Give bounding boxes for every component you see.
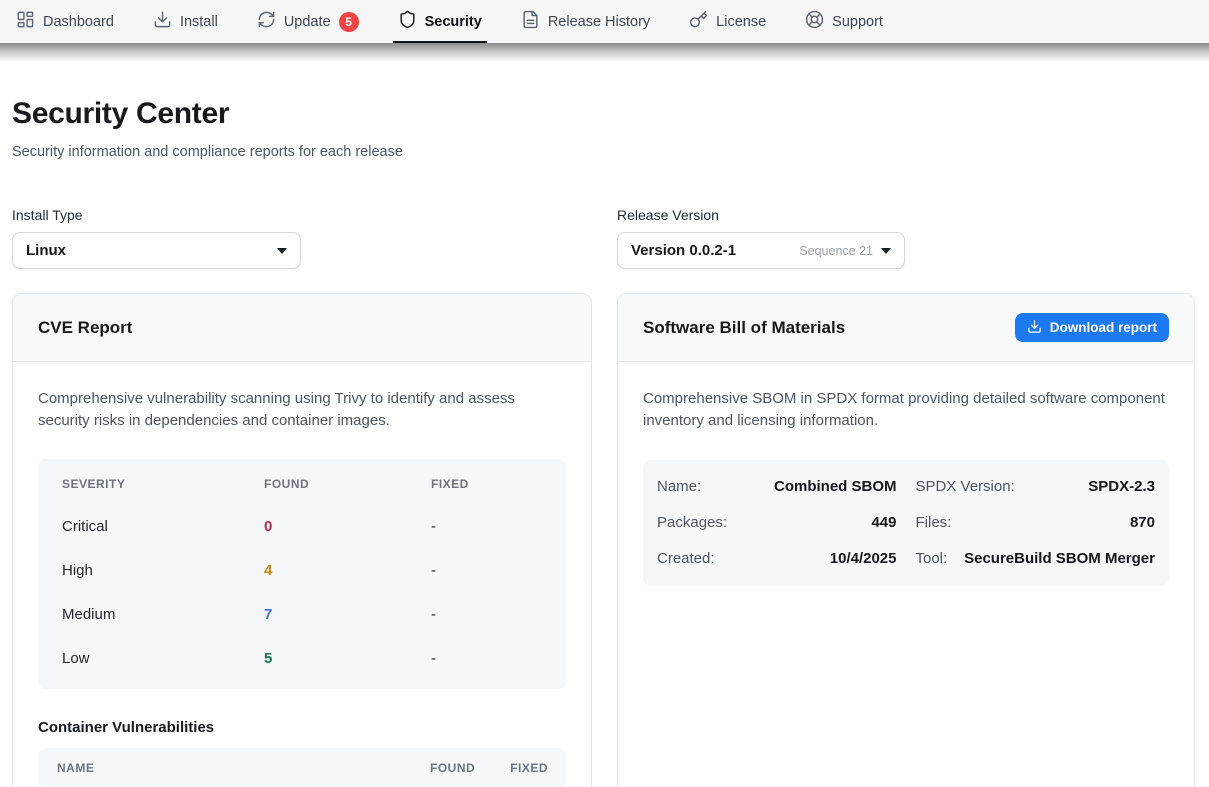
- info-label: Files:: [916, 514, 952, 531]
- container-vulnerabilities-header: Name Found Fixed: [38, 748, 566, 787]
- download-icon: [1027, 319, 1042, 337]
- download-report-button[interactable]: Download report: [1015, 313, 1169, 342]
- sbom-info-tool: Tool: SecureBuild SBOM Merger: [916, 541, 1156, 577]
- nav-label: License: [716, 14, 766, 30]
- nav-scroll-shadow: [0, 43, 1209, 62]
- severity-row-low: Low 5 -: [38, 637, 566, 681]
- install-type-filter: Install Type Linux: [12, 207, 301, 269]
- info-label: Created:: [657, 550, 715, 567]
- release-version-filter: Release Version Version 0.0.2-1 Sequence…: [617, 207, 905, 269]
- filters-row: Install Type Linux Release Version Versi…: [12, 207, 1197, 269]
- col-fixed: Fixed: [431, 477, 542, 491]
- sbom-info-created: Created: 10/4/2025: [657, 541, 897, 577]
- release-version-select[interactable]: Version 0.0.2-1 Sequence 21: [617, 232, 905, 269]
- install-type-select[interactable]: Linux: [12, 232, 301, 269]
- info-value: Combined SBOM: [774, 478, 897, 495]
- download-report-label: Download report: [1050, 320, 1157, 335]
- severity-row-critical: Critical 0 -: [38, 505, 566, 549]
- severity-label: High: [62, 562, 264, 579]
- info-value: 449: [871, 514, 896, 531]
- install-type-value: Linux: [26, 242, 66, 259]
- nav-label: Dashboard: [43, 14, 114, 30]
- update-count-badge: 5: [339, 12, 359, 32]
- found-count: 5: [264, 650, 431, 667]
- sbom-info-spdx-version: SPDX Version: SPDX-2.3: [916, 469, 1156, 505]
- sbom-card: Software Bill of Materials Download repo…: [617, 293, 1195, 787]
- sbom-description: Comprehensive SBOM in SPDX format provid…: [643, 388, 1169, 432]
- file-text-icon: [521, 10, 540, 33]
- container-vulnerabilities-title: Container Vulnerabilities: [38, 719, 566, 736]
- key-icon: [689, 10, 708, 33]
- nav-tab-install[interactable]: Install: [153, 0, 218, 43]
- nav-label: Update: [284, 14, 331, 30]
- sbom-info-packages: Packages: 449: [657, 505, 897, 541]
- info-value: SPDX-2.3: [1088, 478, 1155, 495]
- severity-label: Medium: [62, 606, 264, 623]
- chevron-down-icon: [277, 248, 287, 254]
- col-fixed: Fixed: [510, 761, 548, 775]
- chevron-down-icon: [881, 248, 891, 254]
- info-value: 10/4/2025: [830, 550, 897, 567]
- cve-card-title: CVE Report: [38, 318, 132, 338]
- nav-label: Support: [832, 14, 883, 30]
- release-version-label: Release Version: [617, 207, 905, 223]
- col-severity: Severity: [62, 477, 264, 491]
- nav-tab-support[interactable]: Support: [805, 0, 883, 43]
- dashboard-grid-icon: [16, 10, 35, 33]
- info-value: SecureBuild SBOM Merger: [964, 550, 1155, 567]
- top-navigation: Dashboard Install Update 5 Security Rele…: [0, 0, 1209, 43]
- sbom-info-name: Name: Combined SBOM: [657, 469, 897, 505]
- cards-row: CVE Report Comprehensive vulnerability s…: [12, 293, 1197, 787]
- page-subtitle: Security information and compliance repo…: [12, 144, 1197, 160]
- refresh-icon: [257, 10, 276, 33]
- sbom-card-title: Software Bill of Materials: [643, 318, 845, 338]
- info-label: Packages:: [657, 514, 727, 531]
- info-label: Name:: [657, 478, 701, 495]
- life-buoy-icon: [805, 10, 824, 33]
- nav-label: Release History: [548, 14, 650, 30]
- nav-tab-license[interactable]: License: [689, 0, 766, 43]
- shield-icon: [398, 10, 417, 33]
- release-sequence-label: Sequence 21: [799, 244, 873, 258]
- fixed-count: -: [431, 650, 542, 667]
- nav-tab-release-history[interactable]: Release History: [521, 0, 650, 43]
- release-version-value: Version 0.0.2-1: [631, 242, 736, 259]
- fixed-count: -: [431, 562, 542, 579]
- page-title: Security Center: [12, 97, 1197, 131]
- severity-table: Severity Found Fixed Critical 0 - High 4…: [38, 459, 566, 689]
- found-count: 0: [264, 518, 431, 535]
- col-found: Found: [430, 761, 475, 775]
- fixed-count: -: [431, 518, 542, 535]
- main-content: Security Center Security information and…: [0, 62, 1209, 787]
- fixed-count: -: [431, 606, 542, 623]
- download-icon: [153, 10, 172, 33]
- severity-row-high: High 4 -: [38, 549, 566, 593]
- info-value: 870: [1130, 514, 1155, 531]
- severity-row-medium: Medium 7 -: [38, 593, 566, 637]
- info-label: Tool:: [916, 550, 948, 567]
- found-count: 4: [264, 562, 431, 579]
- nav-label: Install: [180, 14, 218, 30]
- found-count: 7: [264, 606, 431, 623]
- cve-description: Comprehensive vulnerability scanning usi…: [38, 388, 566, 432]
- cve-report-card: CVE Report Comprehensive vulnerability s…: [12, 293, 592, 787]
- nav-tab-dashboard[interactable]: Dashboard: [16, 0, 114, 43]
- col-found: Found: [264, 477, 431, 491]
- sbom-card-body: Comprehensive SBOM in SPDX format provid…: [618, 362, 1194, 612]
- cve-card-body: Comprehensive vulnerability scanning usi…: [13, 362, 591, 787]
- nav-tab-update[interactable]: Update 5: [257, 0, 359, 43]
- severity-label: Low: [62, 650, 264, 667]
- info-label: SPDX Version:: [916, 478, 1015, 495]
- cve-card-header: CVE Report: [13, 294, 591, 362]
- col-name: Name: [57, 761, 430, 775]
- severity-label: Critical: [62, 518, 264, 535]
- sbom-info-files: Files: 870: [916, 505, 1156, 541]
- nav-tab-security[interactable]: Security: [398, 0, 482, 43]
- severity-table-header: Severity Found Fixed: [38, 463, 566, 505]
- sbom-card-header: Software Bill of Materials Download repo…: [618, 294, 1194, 362]
- sbom-info-panel: Name: Combined SBOM SPDX Version: SPDX-2…: [643, 460, 1169, 586]
- nav-label: Security: [425, 14, 482, 30]
- install-type-label: Install Type: [12, 207, 301, 223]
